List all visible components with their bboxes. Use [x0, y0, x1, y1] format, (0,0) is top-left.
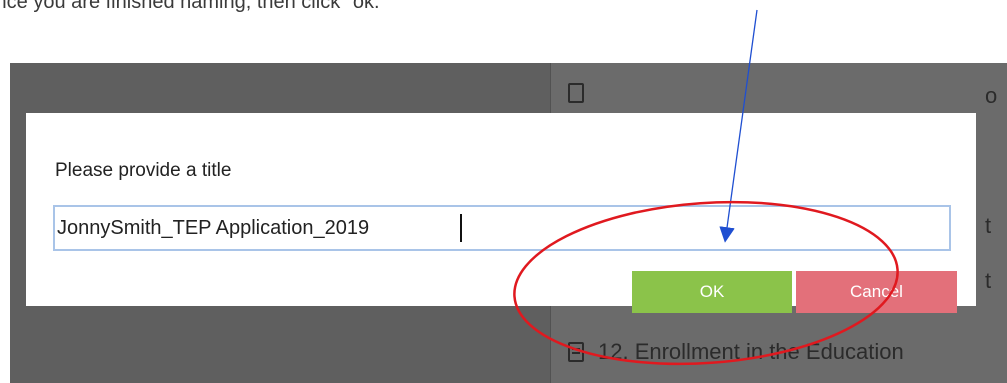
background-text-fragment: t — [985, 213, 992, 238]
title-dialog: Please provide a title OK Cancel — [26, 113, 976, 313]
background-text-fragment: o — [985, 83, 998, 108]
title-input[interactable] — [53, 205, 951, 251]
cancel-button[interactable]: Cancel — [796, 271, 957, 313]
background-list-item-label: 12. Enrollment in the Education — [598, 339, 904, 364]
dialog-title: Please provide a title — [55, 160, 232, 181]
background-list-item: 12. Enrollment in the Education — [568, 339, 904, 365]
doc-icon — [568, 83, 584, 103]
doc-icon — [568, 342, 584, 362]
background-text-fragment: t — [985, 268, 992, 293]
instruction-text: Once you are finished naming, then click… — [0, 0, 387, 13]
text-caret — [460, 214, 462, 242]
ok-button[interactable]: OK — [632, 271, 792, 313]
